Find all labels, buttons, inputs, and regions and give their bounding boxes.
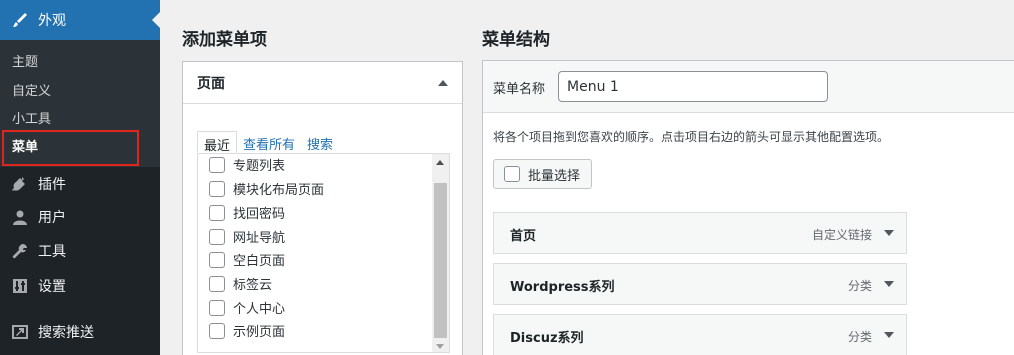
user-icon bbox=[10, 207, 30, 227]
menu-item-row[interactable]: Wordpress系列 分类 bbox=[493, 263, 907, 305]
page-label: 个人中心 bbox=[233, 302, 286, 317]
menu-item-type: 分类 bbox=[847, 330, 872, 344]
list-item[interactable]: 模块化布局页面 bbox=[209, 179, 324, 198]
sidebar-item-search-push[interactable]: 搜索推送 bbox=[0, 315, 160, 349]
drag-instructions: 将各个项目拖到您喜欢的顺序。点击项目右边的箭头可显示其他配置选项。 bbox=[493, 130, 890, 144]
sidebar-item-plugins[interactable]: 插件 bbox=[0, 167, 160, 201]
pages-tabs: 最近 查看所有 搜索 bbox=[197, 131, 339, 154]
sidebar-item-label: 搜索推送 bbox=[38, 325, 94, 341]
tab-view-all[interactable]: 查看所有 bbox=[237, 131, 301, 153]
menu-item-type: 分类 bbox=[847, 279, 872, 293]
expand-arrow-icon[interactable] bbox=[884, 281, 894, 287]
list-item[interactable]: 空白页面 bbox=[209, 250, 285, 269]
plugin-icon bbox=[10, 174, 30, 194]
sidebar-item-label: 外观 bbox=[38, 13, 66, 29]
checkbox[interactable] bbox=[209, 322, 225, 339]
menu-item-row[interactable]: Discuz系列 分类 bbox=[493, 314, 907, 355]
menu-item-title: Wordpress系列 bbox=[510, 280, 615, 295]
page-label: 标签云 bbox=[233, 278, 273, 293]
checkbox[interactable] bbox=[209, 251, 225, 268]
pages-checklist: 专题列表 模块化布局页面 找回密码 网址导航 空白页面 标签云 个人中心 示例页… bbox=[197, 153, 450, 353]
list-item[interactable]: 找回密码 bbox=[209, 203, 285, 222]
collapse-caret-icon[interactable] bbox=[438, 80, 448, 86]
checkbox[interactable] bbox=[209, 204, 225, 221]
page-label: 示例页面 bbox=[233, 325, 286, 340]
list-item[interactable]: 专题列表 bbox=[209, 155, 285, 174]
menu-name-input[interactable] bbox=[558, 71, 828, 102]
pages-panel-title: 页面 bbox=[197, 75, 225, 92]
list-item[interactable]: 网址导航 bbox=[209, 227, 285, 246]
sidebar-item-appearance[interactable]: 外观 bbox=[0, 0, 160, 40]
wrench-icon bbox=[10, 241, 30, 261]
sidebar-item-settings[interactable]: 设置 bbox=[0, 269, 160, 303]
sidebar-item-label: 工具 bbox=[38, 244, 66, 260]
checkbox[interactable] bbox=[504, 166, 520, 182]
submenu-item-widgets[interactable]: 小工具 bbox=[12, 108, 51, 127]
sidebar-item-label: 设置 bbox=[38, 279, 66, 295]
checkbox[interactable] bbox=[209, 228, 225, 245]
sidebar-item-label: 用户 bbox=[38, 210, 66, 226]
checkbox[interactable] bbox=[209, 275, 225, 292]
scroll-up-arrow-icon[interactable] bbox=[436, 160, 444, 165]
tab-recent[interactable]: 最近 bbox=[197, 131, 238, 154]
menu-item-row[interactable]: 首页 自定义链接 bbox=[493, 212, 907, 254]
add-items-title: 添加菜单项 bbox=[182, 30, 267, 50]
admin-sidebar: 外观 主题 自定义 小工具 菜单 插件 用户 工具 设置 搜索推送 bbox=[0, 0, 160, 355]
list-scrollbar[interactable] bbox=[432, 154, 449, 352]
bulk-select-button[interactable]: 批量选择 bbox=[493, 159, 592, 189]
tab-search[interactable]: 搜索 bbox=[301, 131, 339, 153]
menu-item-title: 首页 bbox=[510, 229, 537, 244]
checkbox[interactable] bbox=[209, 299, 225, 316]
current-arrow bbox=[152, 12, 160, 28]
highlight-annotation bbox=[2, 130, 139, 166]
submenu-item-customize[interactable]: 自定义 bbox=[12, 80, 51, 99]
submenu-item-themes[interactable]: 主题 bbox=[12, 51, 38, 70]
pages-panel: 页面 最近 查看所有 搜索 专题列表 模块化布局页面 找回密码 网址导航 空白页… bbox=[182, 61, 463, 355]
page-label: 空白页面 bbox=[233, 254, 286, 269]
sidebar-item-users[interactable]: 用户 bbox=[0, 200, 160, 234]
menu-structure-title: 菜单结构 bbox=[482, 30, 550, 50]
page-label: 专题列表 bbox=[233, 159, 286, 174]
list-item[interactable]: 示例页面 bbox=[209, 321, 285, 340]
pages-panel-header[interactable]: 页面 bbox=[183, 62, 462, 104]
paintbrush-icon bbox=[10, 10, 30, 30]
page-label: 模块化布局页面 bbox=[233, 183, 325, 198]
page-label: 找回密码 bbox=[233, 207, 286, 222]
checkbox[interactable] bbox=[209, 156, 225, 173]
scroll-thumb[interactable] bbox=[434, 183, 447, 338]
menu-name-label: 菜单名称 bbox=[493, 82, 546, 97]
list-item[interactable]: 标签云 bbox=[209, 274, 272, 293]
checkbox[interactable] bbox=[209, 180, 225, 197]
menu-name-bar: 菜单名称 bbox=[483, 61, 1014, 113]
push-icon bbox=[10, 322, 30, 342]
scroll-down-arrow-icon[interactable] bbox=[436, 344, 444, 349]
page-label: 网址导航 bbox=[233, 231, 286, 246]
bulk-select-label: 批量选择 bbox=[528, 168, 581, 184]
sidebar-item-label: 插件 bbox=[38, 177, 66, 193]
menu-structure-panel: 菜单名称 将各个项目拖到您喜欢的顺序。点击项目右边的箭头可显示其他配置选项。 批… bbox=[482, 60, 1014, 355]
expand-arrow-icon[interactable] bbox=[884, 332, 894, 338]
settings-icon bbox=[10, 276, 30, 296]
menu-item-title: Discuz系列 bbox=[510, 331, 584, 346]
list-item[interactable]: 个人中心 bbox=[209, 298, 285, 317]
expand-arrow-icon[interactable] bbox=[884, 230, 894, 236]
menu-item-type: 自定义链接 bbox=[811, 228, 872, 242]
sidebar-item-tools[interactable]: 工具 bbox=[0, 234, 160, 268]
